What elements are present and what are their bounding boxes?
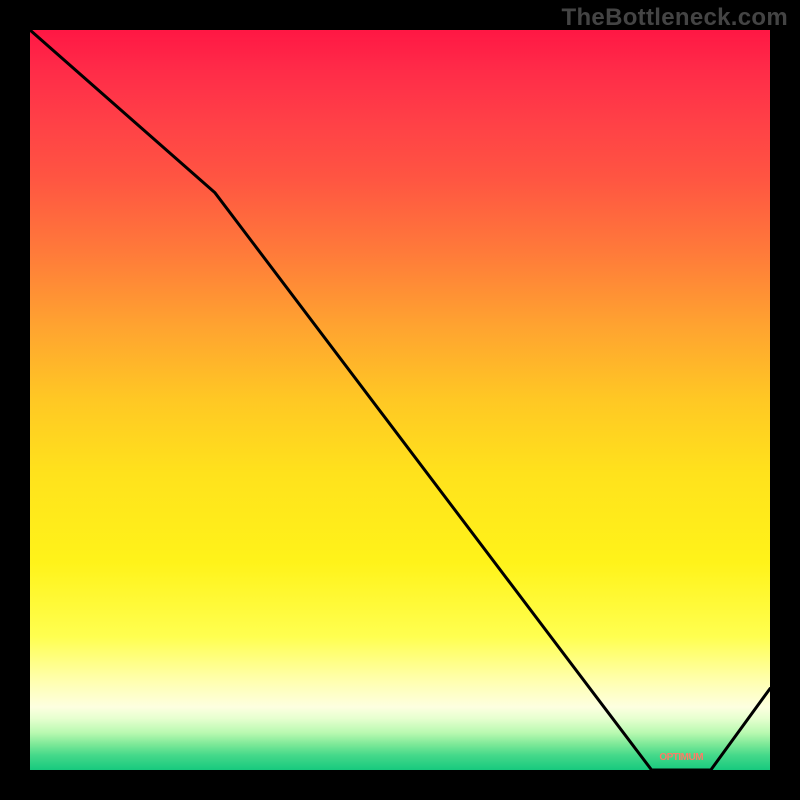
- bottleneck-chart: OPTIMUM: [0, 0, 800, 800]
- optimum-marker-label: OPTIMUM: [659, 752, 703, 763]
- plot-background: [30, 30, 770, 770]
